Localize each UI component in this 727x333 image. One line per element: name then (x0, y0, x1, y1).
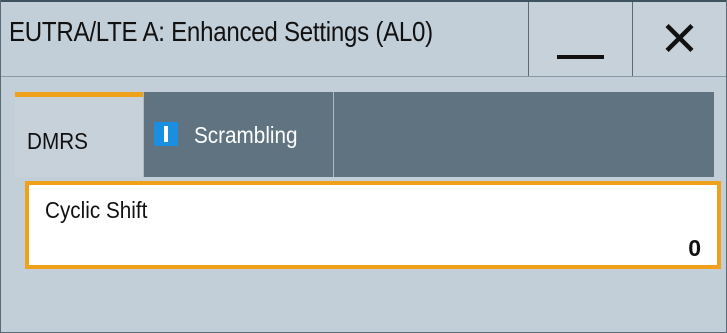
cyclic-shift-label: Cyclic Shift (45, 197, 148, 223)
title-bar-divider (1, 76, 726, 77)
cyclic-shift-value[interactable]: 0 (688, 235, 701, 262)
tab-dmrs-label: DMRS (27, 128, 88, 154)
title-bar: EUTRA/LTE A: Enhanced Settings (AL0) (1, 0, 726, 77)
info-indicator-icon (154, 122, 178, 146)
window-title: EUTRA/LTE A: Enhanced Settings (AL0) (9, 16, 433, 47)
tab-strip: DMRS Scrambling (15, 92, 714, 177)
minimize-button[interactable] (528, 2, 632, 76)
enhanced-settings-dialog: EUTRA/LTE A: Enhanced Settings (AL0) DMR… (0, 0, 727, 333)
tab-dmrs[interactable]: DMRS (15, 92, 143, 177)
close-button[interactable] (632, 2, 726, 76)
tab-scrambling-label: Scrambling (194, 122, 298, 148)
minus-icon (557, 55, 604, 59)
close-icon (665, 23, 694, 53)
cyclic-shift-field[interactable]: Cyclic Shift 0 (25, 181, 721, 269)
tab-scrambling[interactable]: Scrambling (143, 92, 334, 177)
